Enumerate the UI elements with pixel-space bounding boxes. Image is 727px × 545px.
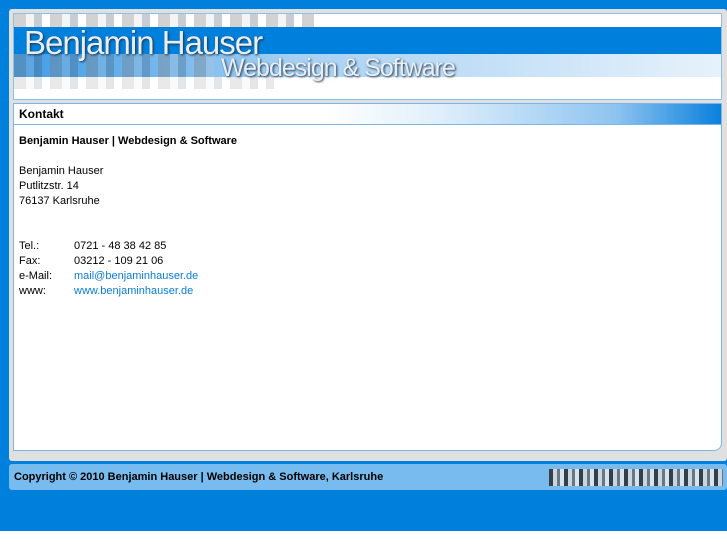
company-line: Benjamin Hauser | Webdesign & Software <box>19 135 238 147</box>
footer-mosaic-badge <box>549 469 723 486</box>
section-title: Kontakt <box>14 104 721 125</box>
address-city: 76137 Karlsruhe <box>19 195 100 207</box>
address-street: Putlitzstr. 14 <box>19 180 79 192</box>
phone-row: Tel.: 0721 - 48 38 42 85 <box>19 239 716 254</box>
logo-subtitle: Webdesign & Software <box>221 54 456 82</box>
www-row: www: www.benjaminhauser.de <box>19 284 716 299</box>
content-box: Kontakt Benjamin Hauser | Webdesign & So… <box>13 103 722 451</box>
fax-row: Fax: 03212 - 109 21 06 <box>19 254 716 269</box>
address-name: Benjamin Hauser <box>19 165 104 177</box>
email-row: e-Mail: mail@benjaminhauser.de <box>19 269 716 284</box>
fax-value: 03212 - 109 21 06 <box>74 255 164 267</box>
footer: Copyright © 2010 Benjamin Hauser | Webde… <box>9 464 727 490</box>
email-label: e-Mail: <box>19 270 53 282</box>
email-link[interactable]: mail@benjaminhauser.de <box>74 269 198 284</box>
fax-label: Fax: <box>19 255 41 267</box>
header-banner: Benjamin Hauser Webdesign & Software <box>13 13 722 100</box>
phone-value: 0721 - 48 38 42 85 <box>74 240 167 252</box>
www-label: www: <box>19 285 46 297</box>
website-link[interactable]: www.benjaminhauser.de <box>74 284 193 299</box>
copyright-text: Copyright © 2010 Benjamin Hauser | Webde… <box>14 471 384 483</box>
phone-label: Tel.: <box>19 240 40 252</box>
